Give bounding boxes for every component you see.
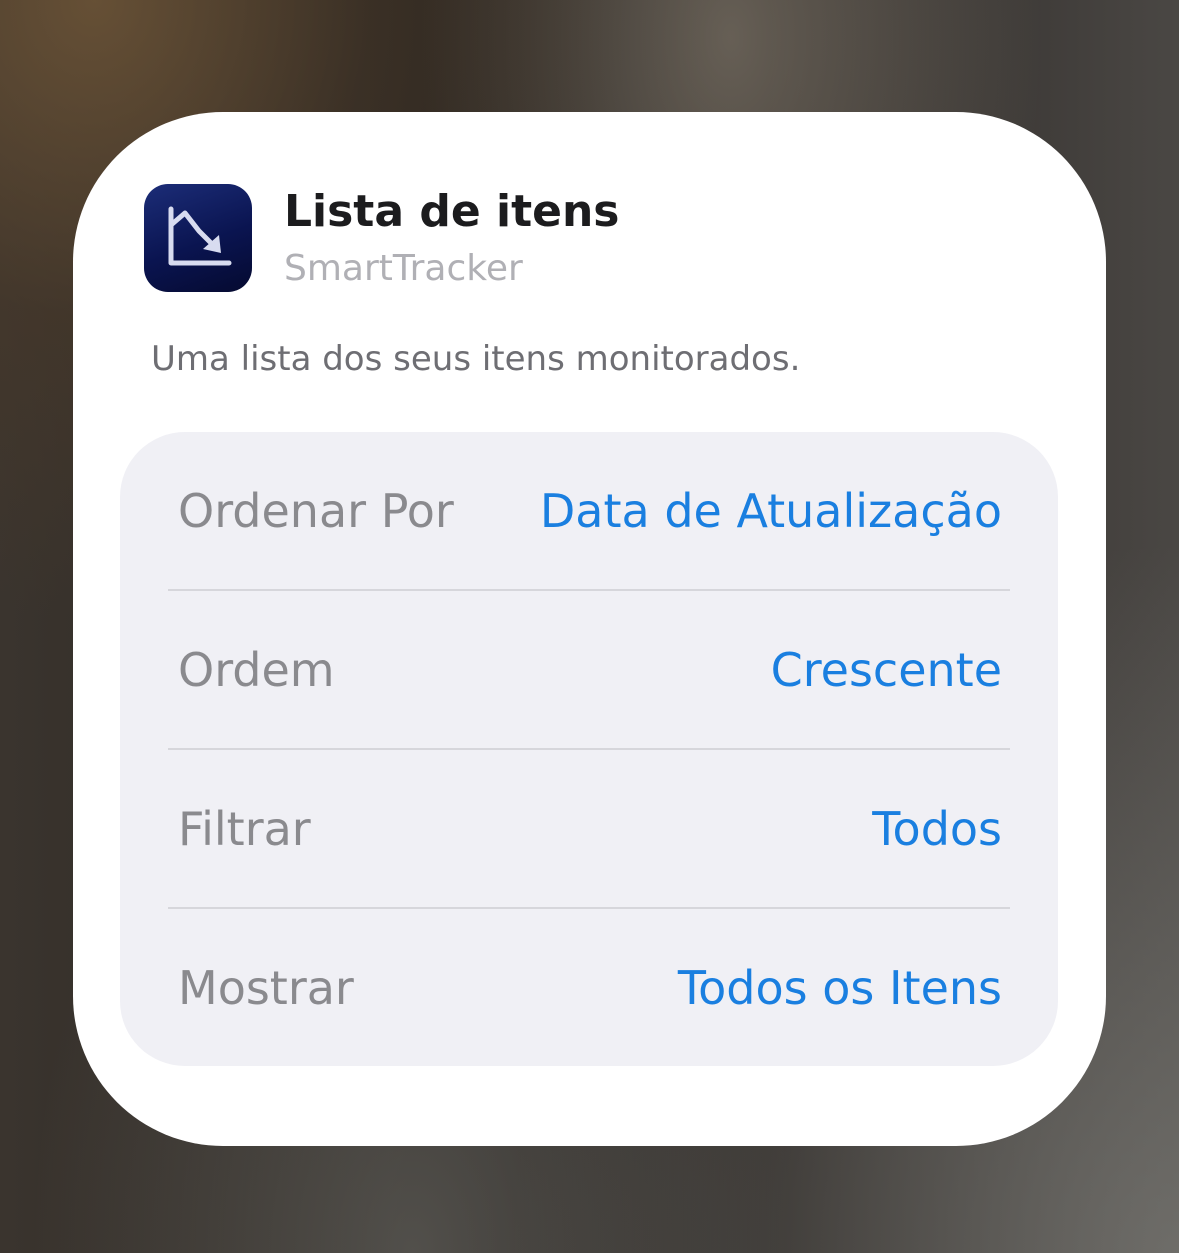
- setting-label: Filtrar: [178, 802, 311, 856]
- setting-label: Mostrar: [178, 961, 354, 1015]
- setting-label: Ordenar Por: [178, 484, 454, 538]
- settings-group: Ordenar Por Data de Atualização Ordem Cr…: [120, 432, 1058, 1066]
- app-icon: [144, 184, 252, 292]
- widget-config-card: Lista de itens SmartTracker Uma lista do…: [73, 112, 1106, 1146]
- widget-title: Lista de itens: [284, 186, 620, 237]
- setting-row-filtrar[interactable]: Filtrar Todos: [120, 750, 1058, 908]
- setting-row-ordem[interactable]: Ordem Crescente: [120, 591, 1058, 749]
- setting-value[interactable]: Todos: [872, 802, 1002, 856]
- chart-trend-down-icon: [168, 206, 232, 266]
- setting-value[interactable]: Crescente: [771, 643, 1002, 697]
- setting-value[interactable]: Data de Atualização: [540, 484, 1002, 538]
- setting-row-ordenar-por[interactable]: Ordenar Por Data de Atualização: [120, 432, 1058, 590]
- widget-description: Uma lista dos seus itens monitorados.: [151, 339, 801, 379]
- setting-row-mostrar[interactable]: Mostrar Todos os Itens: [120, 909, 1058, 1067]
- setting-label: Ordem: [178, 643, 335, 697]
- setting-value[interactable]: Todos os Itens: [678, 961, 1002, 1015]
- app-name: SmartTracker: [284, 248, 523, 289]
